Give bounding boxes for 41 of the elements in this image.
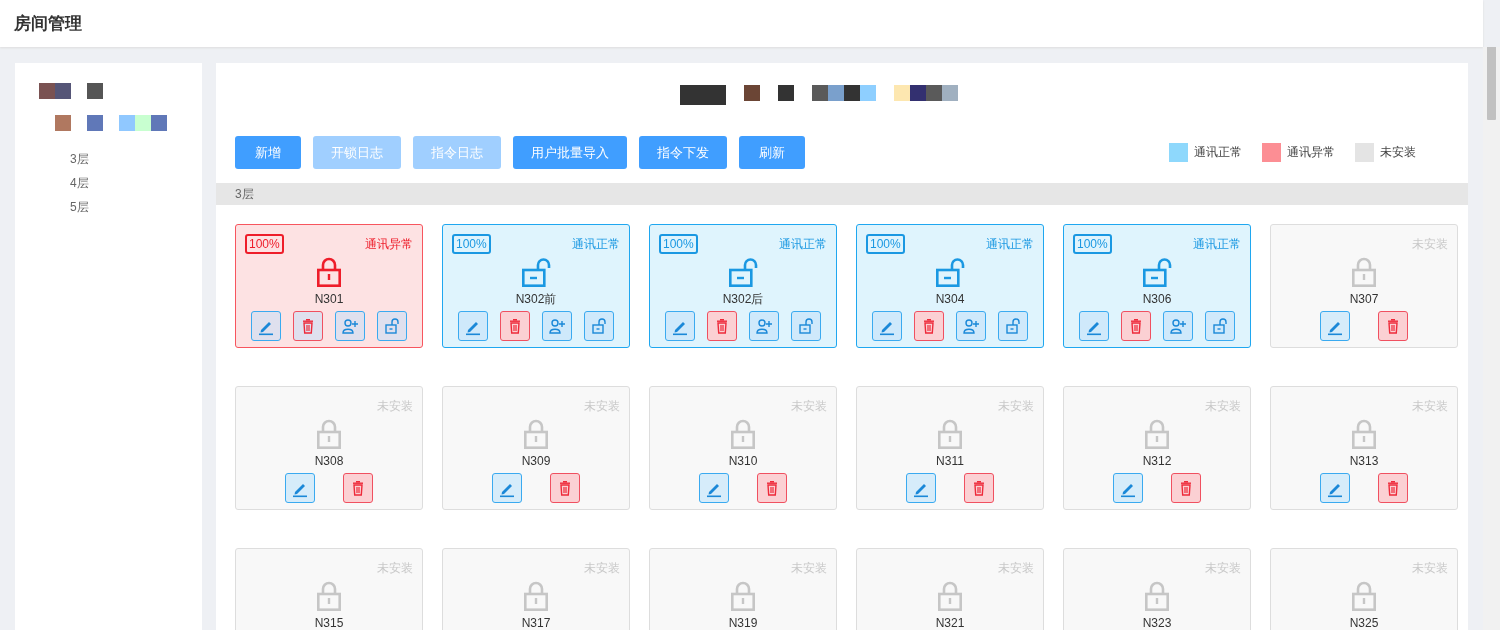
room-name: N312 xyxy=(1142,453,1172,469)
floor-label: 3层 xyxy=(235,185,254,203)
tree-item[interactable]: 5层 xyxy=(70,195,89,219)
battery-level: 100% xyxy=(659,234,698,254)
room-card[interactable]: 100% 通讯异常 N301 xyxy=(235,224,423,348)
room-name: N302前 xyxy=(515,291,557,307)
room-name: N307 xyxy=(1349,291,1379,307)
room-card[interactable]: 100% 通讯正常 N306 xyxy=(1063,224,1251,348)
room-name: N313 xyxy=(1349,453,1379,469)
legend-label: 未安装 xyxy=(1380,144,1416,161)
battery-level: 100% xyxy=(452,234,491,254)
room-card[interactable]: 100% 通讯正常 N304 xyxy=(856,224,1044,348)
room-name: N311 xyxy=(936,453,964,469)
status-label: 通讯正常 xyxy=(1193,235,1241,253)
room-name: N321 xyxy=(935,615,965,630)
room-name: N306 xyxy=(1142,291,1172,307)
room-name: N315 xyxy=(314,615,344,630)
room-name: N301 xyxy=(314,291,344,307)
tree-item[interactable]: 4层 xyxy=(70,171,89,195)
status-label: 通讯正常 xyxy=(986,235,1034,253)
room-name: N310 xyxy=(728,453,758,469)
room-name: N304 xyxy=(935,291,965,307)
room-name: N317 xyxy=(521,615,551,630)
room-card[interactable]: 100% 通讯正常 N302前 xyxy=(442,224,630,348)
battery-level: 100% xyxy=(866,234,905,254)
room-name: N308 xyxy=(314,453,344,469)
room-name: N309 xyxy=(521,453,551,469)
page-title: 房间管理 xyxy=(14,13,82,35)
status-label: 通讯正常 xyxy=(572,235,620,253)
status-label: 通讯正常 xyxy=(779,235,827,253)
room-name: N325 xyxy=(1349,615,1379,630)
status-label: 通讯异常 xyxy=(365,235,413,253)
battery-level: 100% xyxy=(245,234,284,254)
room-name: N323 xyxy=(1142,615,1172,630)
legend-label: 通讯正常 xyxy=(1194,144,1242,161)
room-name: N302后 xyxy=(722,291,764,307)
tree-item[interactable]: 3层 xyxy=(70,147,89,171)
room-card[interactable]: 100% 通讯正常 N302后 xyxy=(649,224,837,348)
battery-level: 100% xyxy=(1073,234,1112,254)
legend-label: 通讯异常 xyxy=(1287,144,1335,161)
room-name: N319 xyxy=(728,615,758,630)
